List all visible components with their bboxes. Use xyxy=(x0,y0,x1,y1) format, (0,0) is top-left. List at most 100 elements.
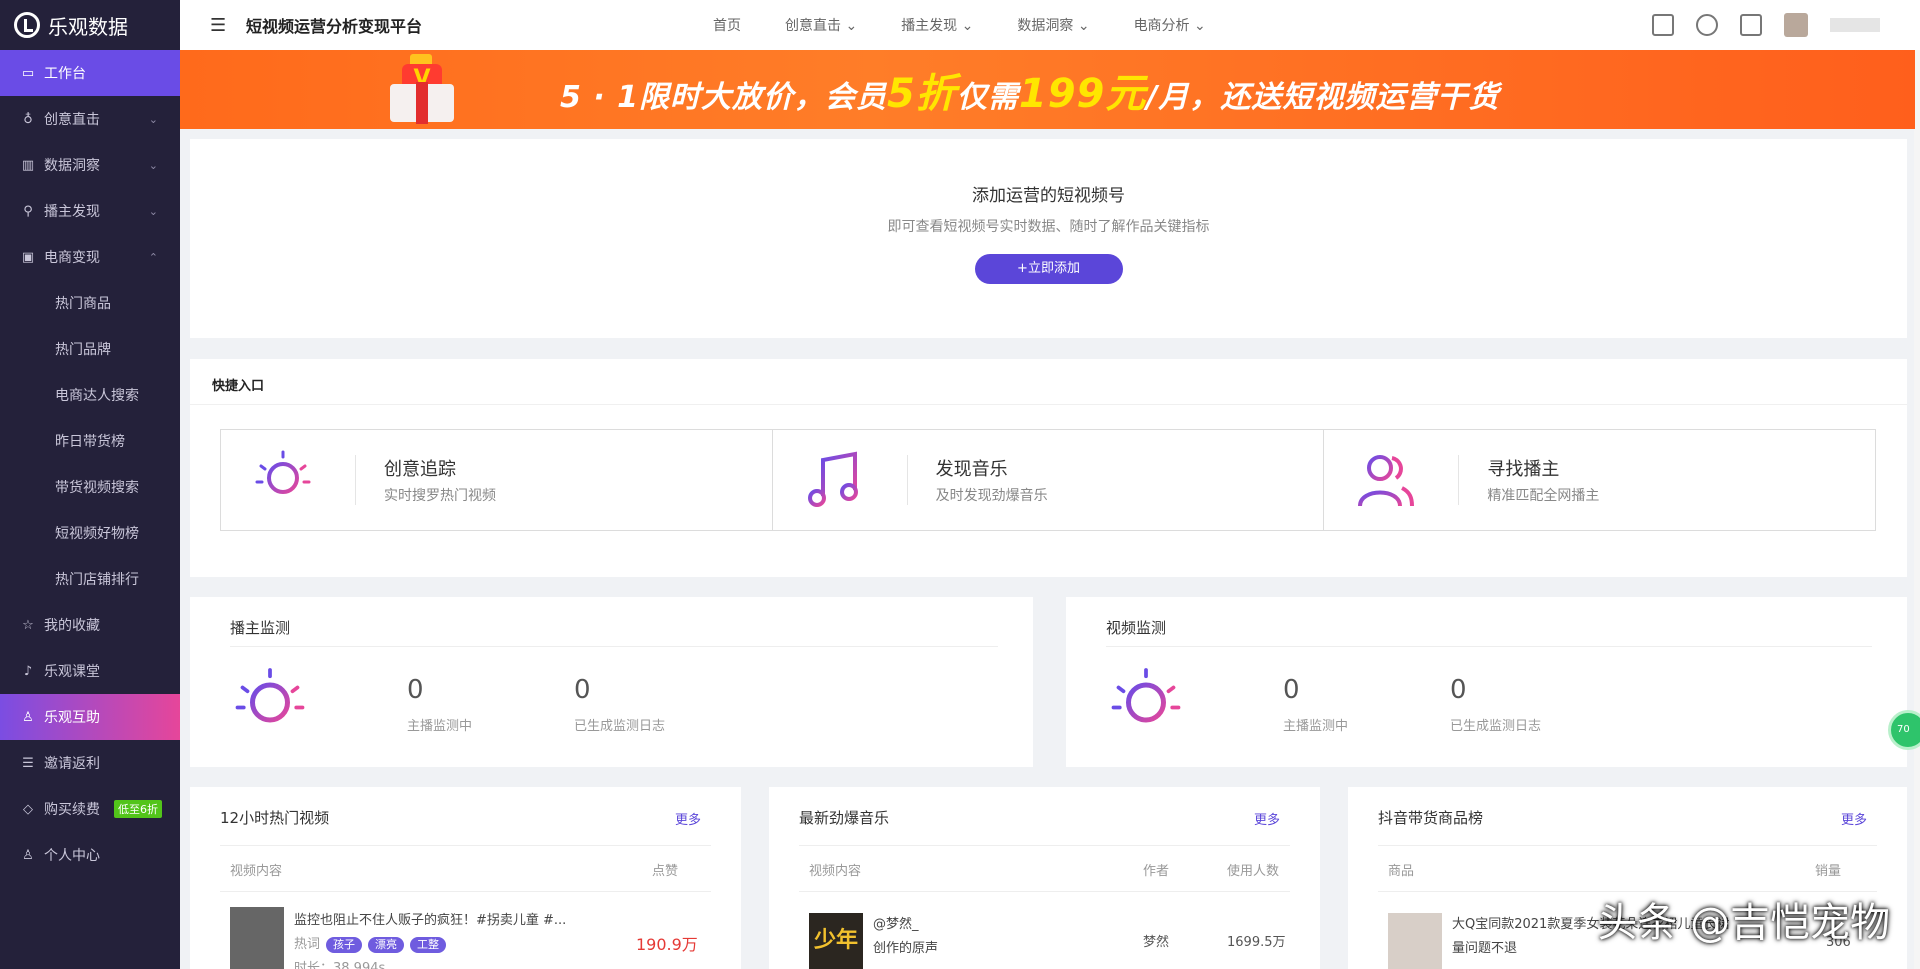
keyword-tag[interactable]: 工整 xyxy=(410,937,447,953)
sidebar-item-label: 乐观课堂 xyxy=(44,664,100,680)
user-name-blurred[interactable] xyxy=(1830,18,1880,32)
video-log-label: 已生成监测日志 xyxy=(1450,719,1542,734)
lightbulb-icon xyxy=(1111,668,1181,737)
sidebar-item-ecommerce[interactable]: ▣ 电商变现 ⌃ xyxy=(0,234,180,280)
hot-music-card: 最新劲爆音乐 更多 视频内容 作者 使用人数 少年 @梦然_ 创作的原声 梦然 … xyxy=(769,787,1320,969)
divider xyxy=(220,845,711,846)
quick-entry-host[interactable]: 寻找播主 精准匹配全网播主 xyxy=(1324,429,1877,531)
top-toolbar xyxy=(1652,13,1880,37)
banner-text: 5 · 1限时大放价，会员5折仅需199元/月，还送短视频运营干货 xyxy=(560,61,1499,119)
quick-entry-creative[interactable]: 创意追踪 实时搜罗热门视频 xyxy=(220,429,773,531)
column-header: 点赞 xyxy=(652,864,679,879)
music-author: 梦然 xyxy=(1143,935,1170,950)
chevron-down-icon: ⌄ xyxy=(148,158,158,172)
add-account-card: 添加运营的短视频号 即可查看短视频号实时数据、随时了解作品关键指标 +立即添加 xyxy=(190,139,1907,338)
diamond-icon: ◇ xyxy=(23,801,33,817)
platform-title: 短视频运营分析变现平台 xyxy=(246,17,423,36)
column-header: 使用人数 xyxy=(1227,864,1280,879)
lightbulb-icon: ♁ xyxy=(23,111,33,127)
more-link[interactable]: 更多 xyxy=(1841,809,1867,828)
sidebar-subitem-goods-list[interactable]: 短视频好物榜 xyxy=(0,510,180,556)
sidebar-item-insight[interactable]: ▥ 数据洞察 ⌄ xyxy=(0,142,180,188)
divider xyxy=(220,891,711,892)
fullscreen-icon[interactable] xyxy=(1652,14,1674,36)
promo-banner[interactable]: V 5 · 1限时大放价，会员5折仅需199元/月，还送短视频运营干货 xyxy=(180,50,1915,129)
quick-entry-music[interactable]: 发现音乐 及时发现劲爆音乐 xyxy=(772,429,1325,531)
divider xyxy=(1106,646,1872,647)
floating-assistant-button[interactable]: 70 xyxy=(1888,710,1920,750)
message-icon[interactable] xyxy=(1696,14,1718,36)
watermark: 头条 @吉恺宠物 xyxy=(1597,900,1890,946)
add-now-button[interactable]: +立即添加 xyxy=(974,254,1123,284)
topnav-host-discover[interactable]: 播主发现 ⌄ xyxy=(901,15,973,35)
logo-text: 乐观数据 xyxy=(48,14,128,39)
sidebar-item-label: 数据洞察 xyxy=(44,158,100,174)
music-cover[interactable]: 少年 xyxy=(809,913,863,969)
topnav-label: 电商分析 xyxy=(1133,18,1190,34)
sidebar-subitem-shop-rank[interactable]: 热门店铺排行 xyxy=(0,556,180,602)
discount-badge: 低至6折 xyxy=(114,800,162,818)
sidebar-item-label: 播主发现 xyxy=(44,204,100,220)
sidebar-item-buy[interactable]: ◇ 购买续费 低至6折 xyxy=(0,786,180,832)
column-header: 视频内容 xyxy=(230,864,283,879)
chevron-down-icon: ⌄ xyxy=(148,204,158,218)
topnav-label: 创意直击 xyxy=(785,18,841,34)
sidebar-item-classroom[interactable]: ♪ 乐观课堂 xyxy=(0,648,180,694)
video-thumbnail[interactable] xyxy=(230,907,284,969)
sidebar-subitem-video-search[interactable]: 带货视频搜索 xyxy=(0,464,180,510)
goods-thumbnail[interactable] xyxy=(1388,913,1442,969)
host-monitor-card: 播主监测 0 主播监测中 0 已生成监测日志 xyxy=(190,597,1033,767)
column-header: 视频内容 xyxy=(809,864,862,879)
sidebar-item-host-discover[interactable]: ⚲ 播主发现 ⌄ xyxy=(0,188,180,234)
host-log-label: 已生成监测日志 xyxy=(574,719,666,734)
sidebar-item-creative[interactable]: ♁ 创意直击 ⌄ xyxy=(0,96,180,142)
sidebar-item-label: 创意直击 xyxy=(44,112,100,128)
topnav-home[interactable]: 首页 xyxy=(713,15,741,35)
star-icon: ☆ xyxy=(22,617,34,633)
keywords-label: 热词 xyxy=(294,937,321,952)
sidebar-item-mutual[interactable]: ♙ 乐观互助 xyxy=(0,694,180,740)
divider xyxy=(1378,845,1877,846)
sidebar-subitem-hot-goods[interactable]: 热门商品 xyxy=(0,280,180,326)
top-navigation: 首页 创意直击 ⌄ 播主发现 ⌄ 数据洞察 ⌄ 电商分析 ⌄ xyxy=(713,15,1250,35)
host-monitor-label: 主播监测中 xyxy=(407,719,473,734)
more-link[interactable]: 更多 xyxy=(1254,809,1280,828)
keyword-tag[interactable]: 孩子 xyxy=(326,937,363,953)
column-header: 作者 xyxy=(1143,864,1170,879)
add-account-subtitle: 即可查看短视频号实时数据、随时了解作品关键指标 xyxy=(887,219,1210,235)
video-log-count: 0 xyxy=(1450,675,1467,705)
sidebar-item-label: 邀请返利 xyxy=(44,756,100,772)
top-bar: ☰ 短视频运营分析变现平台 首页 创意直击 ⌄ 播主发现 ⌄ 数据洞察 ⌄ 电商… xyxy=(180,0,1920,50)
quick-entry-desc: 实时搜罗热门视频 xyxy=(384,488,496,504)
sidebar-item-invite[interactable]: ☰ 邀请返利 xyxy=(0,740,180,786)
hot-videos-card: 12小时热门视频 更多 视频内容 点赞 监控也阻止不住人贩子的疯狂！#拐卖儿童 … xyxy=(190,787,741,969)
database-icon: ☰ xyxy=(22,755,34,771)
gift-box-icon: V xyxy=(380,54,464,126)
sidebar-item-favorites[interactable]: ☆ 我的收藏 xyxy=(0,602,180,648)
sidebar-subitem-hot-brands[interactable]: 热门品牌 xyxy=(0,326,180,372)
music-subtitle: 创作的原声 xyxy=(873,941,939,956)
bookmark-icon[interactable] xyxy=(1740,14,1762,36)
sidebar-item-workbench[interactable]: ▭ 工作台 xyxy=(0,50,180,96)
sidebar-subitem-yesterday-rank[interactable]: 昨日带货榜 xyxy=(0,418,180,464)
like-count: 190.9万 xyxy=(636,935,698,954)
hot-videos-title: 12小时热门视频 xyxy=(220,809,330,827)
video-keywords: 热词 孩子 漂亮 工整 xyxy=(294,933,447,953)
app-logo[interactable]: 乐观数据 xyxy=(0,0,180,50)
sidebar-item-profile[interactable]: ♙ 个人中心 xyxy=(0,832,180,878)
quick-entry-grid: 创意追踪 实时搜罗热门视频 发现音乐 及时发现劲爆音乐 寻找播主 精准匹配全网播… xyxy=(220,429,1877,531)
topnav-insight[interactable]: 数据洞察 ⌄ xyxy=(1017,15,1089,35)
divider xyxy=(799,891,1290,892)
video-title[interactable]: 监控也阻止不住人贩子的疯狂！#拐卖儿童 #... xyxy=(294,909,566,928)
topnav-creative[interactable]: 创意直击 ⌄ xyxy=(785,15,857,35)
more-link[interactable]: 更多 xyxy=(675,809,701,828)
host-log-count: 0 xyxy=(574,675,591,705)
lightbulb-icon xyxy=(255,450,311,505)
keyword-tag[interactable]: 漂亮 xyxy=(368,937,405,953)
lightbulb-icon xyxy=(235,668,305,737)
avatar[interactable] xyxy=(1784,13,1808,37)
topnav-ecommerce[interactable]: 电商分析 ⌄ xyxy=(1134,15,1206,35)
music-name[interactable]: @梦然_ xyxy=(873,913,919,932)
menu-fold-icon[interactable]: ☰ xyxy=(210,15,240,36)
sidebar-subitem-talent-search[interactable]: 电商达人搜索 xyxy=(0,372,180,418)
